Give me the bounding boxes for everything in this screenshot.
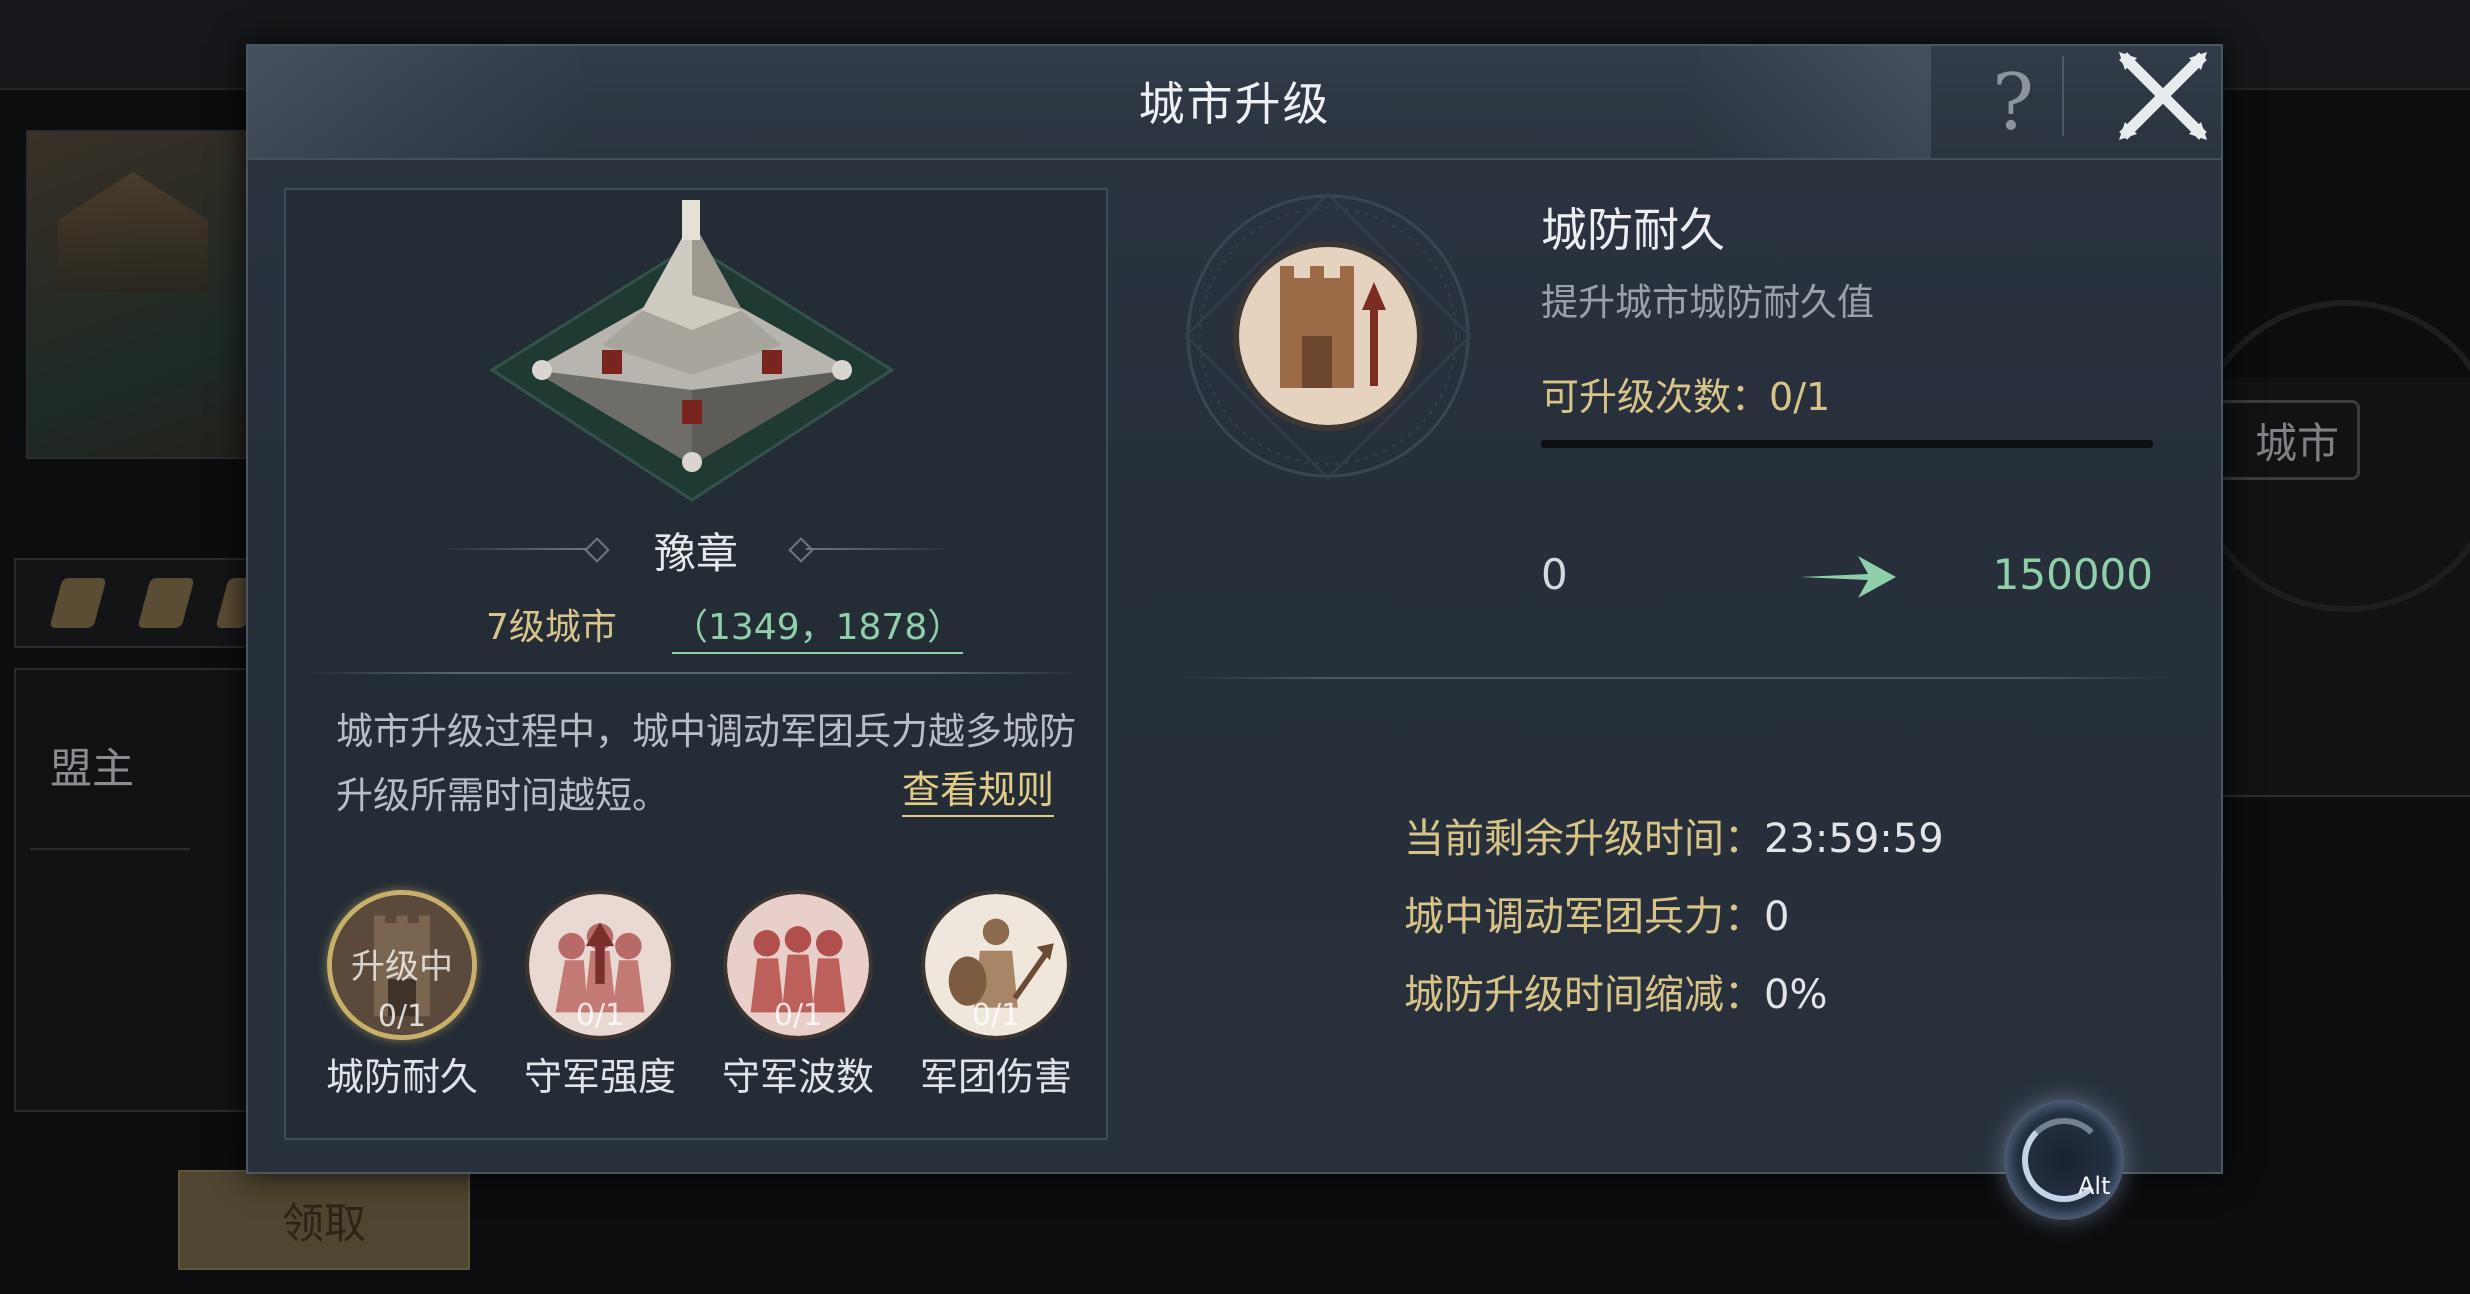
upgrade-count: 可升级次数：0/1	[1541, 366, 1830, 421]
tech-icon-frame: 0/1	[525, 890, 675, 1040]
time-reduction-row: 城防升级时间缩减：0%	[1404, 962, 1827, 1020]
city-model-image	[489, 200, 895, 502]
fort-durability-emblem-icon	[1184, 192, 1472, 480]
claim-button[interactable]: 领取	[178, 1170, 470, 1270]
tech-garrison-strength[interactable]: 0/1 守军强度	[520, 890, 680, 1101]
troops-row: 城中调动军团兵力：0	[1404, 884, 1789, 942]
name-ornament-line	[806, 548, 956, 550]
header-separator	[2062, 56, 2064, 136]
city-info-panel: 豫章 7级城市 （1349，1878） 城市升级过程中，城中调动军团兵力越多城防…	[284, 188, 1108, 1140]
city-coordinates-link[interactable]: （1349，1878）	[672, 598, 964, 654]
tech-icon-frame: 0/1	[723, 890, 873, 1040]
background-divider-right	[2220, 795, 2470, 797]
help-icon[interactable]: ?	[1978, 60, 2048, 146]
tech-label: 守军强度	[523, 1055, 676, 1099]
tech-status: 升级中	[351, 947, 453, 987]
wheat-icon	[49, 578, 107, 628]
floating-alt-button[interactable]	[2004, 1100, 2124, 1220]
time-reduction-label: 城防升级时间缩减：	[1404, 972, 1764, 1018]
city-name: 豫章	[653, 529, 738, 578]
tech-fort-durability[interactable]: 升级中 0/1 城防耐久	[322, 890, 482, 1101]
detail-subtitle: 提升城市城防耐久值	[1541, 281, 1874, 324]
dialog-title: 城市升级	[1138, 77, 1331, 131]
time-reduction-value: 0%	[1764, 972, 1828, 1018]
tech-legion-damage[interactable]: 0/1 军团伤害	[916, 890, 1076, 1101]
wood-icon	[137, 578, 195, 628]
close-icon[interactable]	[2113, 46, 2213, 146]
dialog-header: 城市升级 ?	[248, 46, 2221, 160]
city-upgrade-dialog: 城市升级 ? 豫章 7级城市 （1349，1878） 城市升级过程中，城中调动军…	[246, 44, 2223, 1174]
background-resource-strip	[14, 558, 268, 648]
tech-count: 0/1	[773, 998, 823, 1033]
tech-icon-frame: 0/1	[921, 890, 1071, 1040]
tech-count: 0/1	[575, 998, 625, 1033]
view-rules-link[interactable]: 查看规则	[902, 765, 1055, 817]
upgrade-count-label: 可升级次数：	[1541, 375, 1770, 419]
tech-label: 城防耐久	[325, 1055, 478, 1099]
alt-label: Alt	[2078, 1172, 2111, 1200]
detail-title: 城防耐久	[1541, 203, 1725, 257]
remaining-time-row: 当前剩余升级时间：23:59:59	[1404, 806, 1944, 864]
panel-divider	[306, 672, 1086, 674]
city-level: 7级城市	[486, 607, 617, 648]
durability-current-value: 0	[1541, 550, 1568, 599]
upgrade-count-value: 0/1	[1769, 375, 1831, 419]
tech-icon-frame: 升级中 0/1	[327, 890, 477, 1040]
durability-target-value: 150000	[1992, 550, 2153, 599]
detail-divider	[1181, 677, 2171, 679]
tech-label: 守军波数	[721, 1055, 874, 1099]
arrow-right-icon	[1800, 556, 1896, 598]
remaining-time-label: 当前剩余升级时间：	[1404, 816, 1764, 862]
troops-value: 0	[1764, 894, 1790, 940]
tech-count: 0/1	[377, 999, 427, 1034]
troops-label: 城中调动军团兵力：	[1404, 894, 1764, 940]
background-divider	[30, 848, 190, 850]
tech-garrison-waves[interactable]: 0/1 守军波数	[718, 890, 878, 1101]
tech-count: 0/1	[971, 998, 1021, 1033]
tech-label: 军团伤害	[919, 1055, 1072, 1099]
upgrade-progress-bar	[1541, 440, 2153, 448]
remaining-time-value: 23:59:59	[1764, 816, 1944, 862]
background-city-image	[26, 130, 260, 459]
alliance-leader-label: 盟主	[50, 744, 135, 793]
